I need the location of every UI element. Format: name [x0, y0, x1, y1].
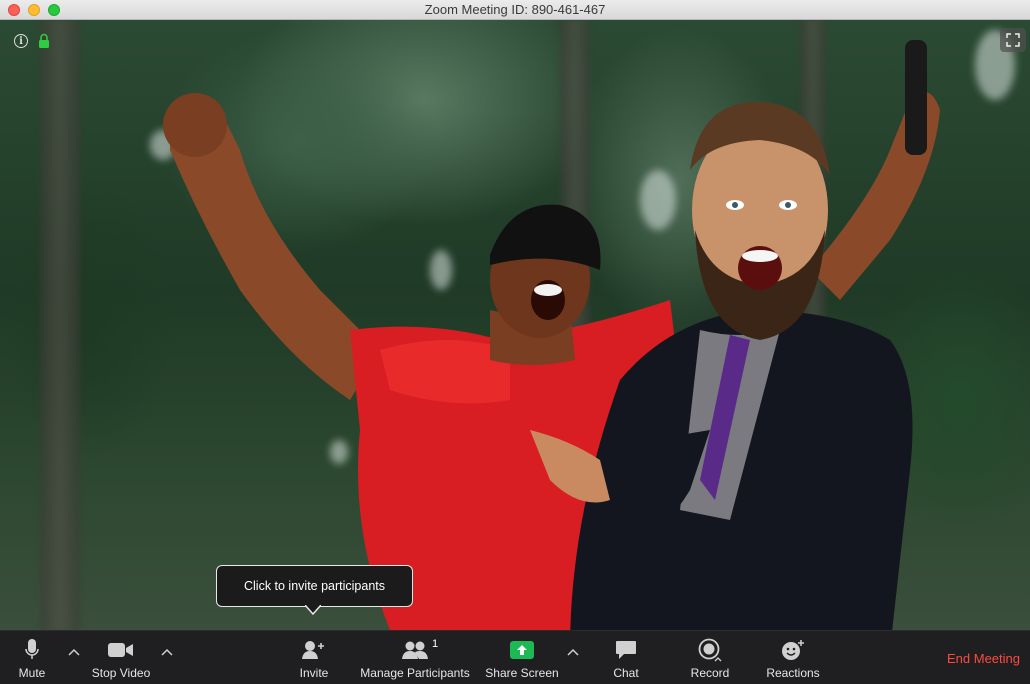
- tooltip-text: Click to invite participants: [243, 579, 386, 593]
- smiley-icon: [782, 640, 804, 660]
- meeting-toolbar: Mute Stop Video Invite Manage Participan…: [0, 630, 1030, 684]
- share-screen-button[interactable]: Share Screen: [482, 631, 562, 684]
- share-screen-label: Share Screen: [485, 666, 559, 680]
- invite-label: Invite: [299, 666, 329, 680]
- chevron-up-icon[interactable]: [566, 647, 580, 657]
- manage-participants-label: Manage Participants: [360, 666, 470, 680]
- background-tree: [40, 20, 80, 630]
- end-meeting-button[interactable]: End Meeting: [947, 651, 1020, 666]
- zoom-window: Zoom Meeting ID: 890-461-467 i Click to …: [0, 0, 1030, 684]
- info-icon[interactable]: i: [14, 34, 28, 48]
- chevron-up-icon[interactable]: [160, 647, 174, 657]
- mute-button[interactable]: Mute: [10, 631, 54, 684]
- manage-participants-button[interactable]: Manage Participants: [358, 631, 472, 684]
- add-person-icon: [302, 641, 324, 659]
- reactions-button[interactable]: Reactions: [762, 631, 824, 684]
- suited-man-figure: [530, 40, 940, 630]
- record-label: Record: [690, 666, 730, 680]
- chat-label: Chat: [613, 666, 639, 680]
- chat-bubble-icon: [616, 641, 636, 659]
- invite-tooltip: Click to invite participants: [216, 565, 413, 607]
- window-controls: [8, 4, 60, 16]
- fullscreen-icon[interactable]: [1000, 28, 1026, 52]
- tooltip-arrow: [305, 605, 321, 616]
- minimize-window-button[interactable]: [28, 4, 40, 16]
- video-feed: i: [0, 20, 1030, 630]
- video-camera-icon: [108, 643, 133, 657]
- close-window-button[interactable]: [8, 4, 20, 16]
- title-bar: Zoom Meeting ID: 890-461-467: [0, 0, 1030, 20]
- window-title: Zoom Meeting ID: 890-461-467: [424, 2, 606, 17]
- invite-button[interactable]: Invite: [294, 631, 334, 684]
- participants-count-badge: 1: [432, 638, 439, 650]
- people-icon: [402, 641, 428, 659]
- record-button[interactable]: Record: [686, 631, 734, 684]
- share-screen-icon: [510, 641, 534, 659]
- microphone-icon: [25, 639, 39, 659]
- maximize-window-button[interactable]: [48, 4, 60, 16]
- reactions-label: Reactions: [766, 666, 820, 680]
- lock-icon[interactable]: [38, 33, 50, 49]
- chat-button[interactable]: Chat: [606, 631, 646, 684]
- chevron-up-icon[interactable]: [67, 647, 81, 657]
- mute-label: Mute: [18, 666, 46, 680]
- stop-video-label: Stop Video: [91, 666, 151, 680]
- stop-video-button[interactable]: Stop Video: [88, 631, 154, 684]
- record-icon: [698, 638, 722, 662]
